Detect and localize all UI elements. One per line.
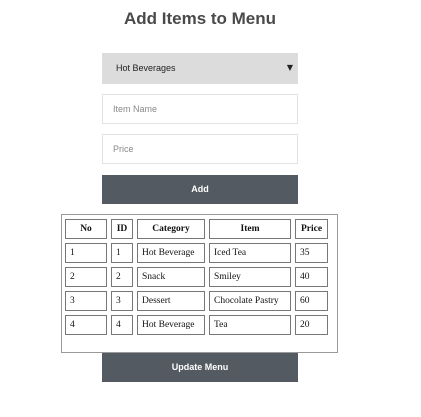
category-select[interactable]: Hot Beverages ▼: [102, 53, 298, 84]
cell-category: Dessert: [137, 291, 205, 311]
table-header-row: No ID Category Item Price: [65, 219, 328, 239]
cell-price: 40: [295, 267, 328, 287]
cell-price: 20: [295, 315, 328, 335]
item-name-input[interactable]: [102, 94, 298, 124]
table-row: 3 3 Dessert Chocolate Pastry 60: [65, 291, 328, 311]
header-category: Category: [137, 219, 205, 239]
cell-item: Tea: [209, 315, 291, 335]
header-no: No: [65, 219, 107, 239]
cell-id: 1: [111, 243, 133, 263]
header-item: Item: [209, 219, 291, 239]
header-id: ID: [111, 219, 133, 239]
cell-item: Iced Tea: [209, 243, 291, 263]
cell-item: Smiley: [209, 267, 291, 287]
category-select-value: Hot Beverages: [116, 63, 176, 73]
add-button[interactable]: Add: [102, 175, 298, 204]
table-row: 1 1 Hot Beverage Iced Tea 35: [65, 243, 328, 263]
cell-no: 3: [65, 291, 107, 311]
menu-table-container: No ID Category Item Price 1 1 Hot Bevera…: [61, 214, 338, 353]
cell-no: 4: [65, 315, 107, 335]
cell-price: 60: [295, 291, 328, 311]
header-price: Price: [295, 219, 328, 239]
menu-table: No ID Category Item Price 1 1 Hot Bevera…: [61, 215, 332, 339]
cell-id: 4: [111, 315, 133, 335]
table-row: 2 2 Snack Smiley 40: [65, 267, 328, 287]
update-menu-button[interactable]: Update Menu: [102, 353, 298, 382]
cell-id: 3: [111, 291, 133, 311]
cell-category: Snack: [137, 267, 205, 287]
cell-category: Hot Beverage: [137, 243, 205, 263]
price-input[interactable]: [102, 134, 298, 164]
cell-category: Hot Beverage: [137, 315, 205, 335]
cell-id: 2: [111, 267, 133, 287]
table-row: 4 4 Hot Beverage Tea 20: [65, 315, 328, 335]
cell-price: 35: [295, 243, 328, 263]
chevron-down-icon: ▼: [286, 63, 293, 72]
page-title: Add Items to Menu: [123, 9, 277, 28]
cell-item: Chocolate Pastry: [209, 291, 291, 311]
cell-no: 2: [65, 267, 107, 287]
cell-no: 1: [65, 243, 107, 263]
